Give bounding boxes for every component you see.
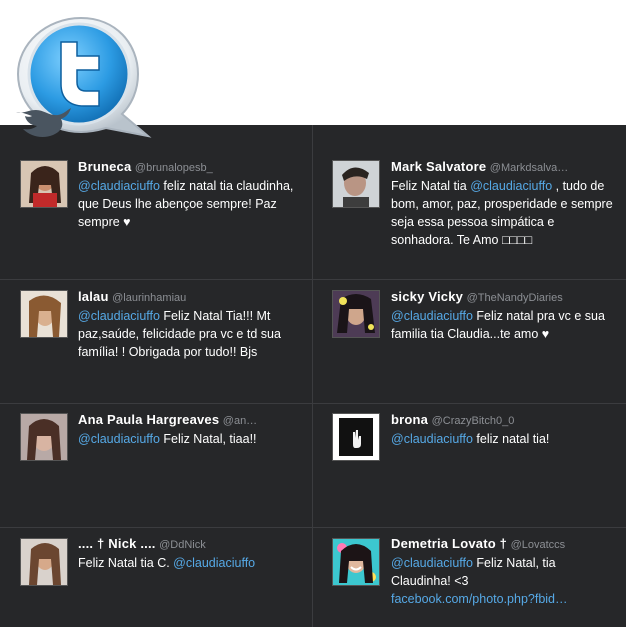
username[interactable]: @an… <box>223 415 257 427</box>
display-name[interactable]: brona <box>391 412 428 427</box>
display-name[interactable]: .... † Nick .... <box>78 536 156 551</box>
tweet-body: brona @CrazyBitch0_0 @claudiaciuffo feli… <box>391 411 618 448</box>
mention-link[interactable]: @claudiaciuffo <box>391 432 473 446</box>
avatar[interactable] <box>20 160 68 208</box>
tweet-text: @claudiaciuffo Feliz Natal Tia!!! Mt paz… <box>78 309 281 359</box>
mention-link[interactable]: @claudiaciuffo <box>470 179 552 193</box>
mention-link[interactable]: @claudiaciuffo <box>78 179 160 193</box>
tweet-text: @claudiaciuffo Feliz Natal, tiaa!! <box>78 432 257 446</box>
tweet-card[interactable]: brona @CrazyBitch0_0 @claudiaciuffo feli… <box>313 404 626 528</box>
display-name[interactable]: Mark Salvatore <box>391 159 486 174</box>
username[interactable]: @DdNick <box>159 539 206 551</box>
tweet-card[interactable]: Ana Paula Hargreaves @an… @claudiaciuffo… <box>0 404 313 528</box>
avatar[interactable] <box>332 538 380 586</box>
username[interactable]: @Lovatccs <box>511 539 566 551</box>
tweet-body: Ana Paula Hargreaves @an… @claudiaciuffo… <box>78 411 304 448</box>
tweet-card[interactable]: lalau @laurinhamiau @claudiaciuffo Feliz… <box>0 280 313 404</box>
username[interactable]: @brunalopesb_ <box>135 162 213 174</box>
twitter-logo-icon <box>16 16 152 138</box>
display-name[interactable]: lalau <box>78 289 109 304</box>
mention-link[interactable]: @claudiaciuffo <box>391 309 473 323</box>
tweet-body: lalau @laurinhamiau @claudiaciuffo Feliz… <box>78 288 304 361</box>
avatar[interactable] <box>332 413 380 461</box>
username[interactable]: @TheNandyDiaries <box>467 292 563 304</box>
tweet-body: Bruneca @brunalopesb_ @claudiaciuffo fel… <box>78 158 304 231</box>
username[interactable]: @Markdsalva… <box>490 162 568 174</box>
tweet-grid: Bruneca @brunalopesb_ @claudiaciuffo fel… <box>0 125 626 627</box>
username[interactable]: @CrazyBitch0_0 <box>432 415 515 427</box>
tweet-card[interactable]: sicky Vicky @TheNandyDiaries @claudiaciu… <box>313 280 626 404</box>
tweet-body: Mark Salvatore @Markdsalva… Feliz Natal … <box>391 158 618 249</box>
tweet-card[interactable]: Bruneca @brunalopesb_ @claudiaciuffo fel… <box>0 125 313 280</box>
tweet-text: Feliz Natal tia @claudiaciuffo , tudo de… <box>391 179 613 247</box>
tweet-card[interactable]: .... † Nick .... @DdNick Feliz Natal tia… <box>0 528 313 627</box>
avatar[interactable] <box>20 290 68 338</box>
mention-link[interactable]: @claudiaciuffo <box>173 556 255 570</box>
mention-link[interactable]: @claudiaciuffo <box>78 432 160 446</box>
avatar[interactable] <box>332 160 380 208</box>
display-name[interactable]: Demetria Lovato † <box>391 536 507 551</box>
tweet-body: sicky Vicky @TheNandyDiaries @claudiaciu… <box>391 288 618 343</box>
tweet-body: Demetria Lovato † @Lovatccs @claudiaciuf… <box>391 535 618 608</box>
tweet-text: @claudiaciuffo feliz natal tia! <box>391 432 550 446</box>
tweet-text: @claudiaciuffo Feliz Natal, tia Claudinh… <box>391 556 556 588</box>
tweet-card[interactable]: Demetria Lovato † @Lovatccs @claudiaciuf… <box>313 528 626 627</box>
display-name[interactable]: Bruneca <box>78 159 131 174</box>
tweet-text: @claudiaciuffo Feliz natal pra vc e sua … <box>391 309 605 341</box>
avatar[interactable] <box>20 538 68 586</box>
display-name[interactable]: sicky Vicky <box>391 289 463 304</box>
tweet-text: @claudiaciuffo feliz natal tia claudinha… <box>78 179 294 229</box>
mention-link[interactable]: @claudiaciuffo <box>391 556 473 570</box>
mention-link[interactable]: @claudiaciuffo <box>78 309 160 323</box>
avatar[interactable] <box>20 413 68 461</box>
tweet-text: Feliz Natal tia C. @claudiaciuffo <box>78 556 256 570</box>
avatar[interactable] <box>332 290 380 338</box>
tweet-body: .... † Nick .... @DdNick Feliz Natal tia… <box>78 535 304 572</box>
display-name[interactable]: Ana Paula Hargreaves <box>78 412 219 427</box>
username[interactable]: @laurinhamiau <box>112 292 186 304</box>
tweet-card[interactable]: Mark Salvatore @Markdsalva… Feliz Natal … <box>313 125 626 280</box>
url-link[interactable]: facebook.com/photo.php?fbid… <box>391 592 568 606</box>
